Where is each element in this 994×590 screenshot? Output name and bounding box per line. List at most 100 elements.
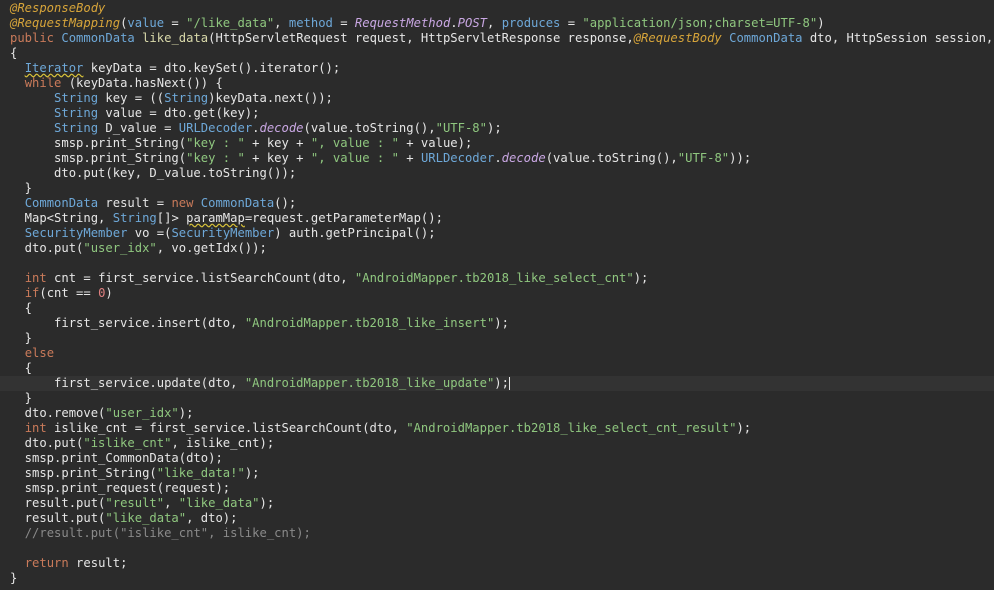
code-line[interactable]: first_service.insert(dto, "AndroidMapper… (0, 316, 994, 331)
code-token: decode (501, 151, 546, 165)
code-line[interactable]: int islike_cnt = first_service.listSearc… (0, 421, 994, 436)
code-token: + value); (398, 136, 473, 150)
code-line[interactable]: smsp.print_String("like_data!"); (0, 466, 994, 481)
code-line[interactable]: return result; (0, 556, 994, 571)
code-line[interactable]: smsp.print_request(request); (0, 481, 994, 496)
code-token: CommonData (24, 196, 99, 210)
code-token: } (10, 181, 33, 195)
code-token: . (252, 121, 260, 135)
code-token: { (10, 301, 33, 315)
code-line[interactable]: while (keyData.hasNext()) { (0, 76, 994, 91)
code-token: result; (68, 556, 128, 570)
code-line[interactable]: if(cnt == 0) (0, 286, 994, 301)
code-token: result.put( (10, 511, 106, 525)
code-token: "key : " (186, 136, 245, 150)
code-token: "UTF-8" (435, 121, 487, 135)
code-token: } (10, 331, 33, 345)
code-token: vo =( (127, 226, 172, 240)
code-token: int (24, 421, 47, 435)
code-line[interactable]: { (0, 301, 994, 316)
code-token: like_data (142, 31, 209, 45)
code-token: smsp.print_CommonData(dto); (10, 451, 223, 465)
code-line[interactable]: } (0, 181, 994, 196)
code-token: key = (( (98, 91, 165, 105)
code-token: . (494, 151, 502, 165)
code-token: int (24, 271, 47, 285)
code-line[interactable]: dto.put(key, D_value.toString()); (0, 166, 994, 181)
code-token: "user_idx" (105, 406, 179, 420)
code-token: SecurityMember (171, 226, 275, 240)
code-token: . (450, 16, 458, 30)
code-line[interactable]: } (0, 571, 994, 586)
code-token: dto.remove( (10, 406, 106, 420)
code-line[interactable]: dto.put("user_idx", vo.getIdx()); (0, 241, 994, 256)
code-line[interactable]: } (0, 331, 994, 346)
code-line[interactable]: String value = dto.get(key); (0, 106, 994, 121)
code-line[interactable]: else (0, 346, 994, 361)
code-line[interactable]: dto.remove("user_idx"); (0, 406, 994, 421)
code-token: String (54, 91, 99, 105)
code-token: { (10, 46, 18, 60)
code-token: , islike_cnt); (171, 436, 275, 450)
code-line[interactable]: smsp.print_String("key : " + key + ", va… (0, 151, 994, 166)
code-line[interactable]: first_service.update(dto, "AndroidMapper… (0, 376, 994, 391)
code-line[interactable]: Map<String, String[]> paramMap=request.g… (0, 211, 994, 226)
code-token: ) (817, 16, 825, 30)
code-token: "key : " (186, 151, 245, 165)
code-token: Map<String, (10, 211, 113, 225)
code-token: result = (98, 196, 172, 210)
code-token: (value.toString(), (545, 151, 678, 165)
code-line[interactable] (0, 256, 994, 271)
code-line[interactable]: int cnt = first_service.listSearchCount(… (0, 271, 994, 286)
code-line[interactable]: } (0, 391, 994, 406)
code-token: } (10, 571, 18, 585)
code-line[interactable]: public CommonData like_data(HttpServletR… (0, 31, 994, 46)
code-token: produces (501, 16, 561, 30)
code-token: String (112, 211, 157, 225)
code-token: "AndroidMapper.tb2018_like_insert" (244, 316, 495, 330)
code-token: = (332, 16, 355, 30)
code-line[interactable] (0, 541, 994, 556)
code-line[interactable]: dto.put("islike_cnt", islike_cnt); (0, 436, 994, 451)
code-line[interactable]: result.put("result", "like_data"); (0, 496, 994, 511)
code-token: islike_cnt = first_service.listSearchCou… (46, 421, 407, 435)
code-token: value (127, 16, 165, 30)
code-token: ); (494, 316, 509, 330)
code-line[interactable]: smsp.print_String("key : " + key + ", va… (0, 136, 994, 151)
code-line[interactable]: String D_value = URLDecoder.decode(value… (0, 121, 994, 136)
code-token: smsp.print_String( (10, 151, 187, 165)
code-line[interactable]: result.put("like_data", dto); (0, 511, 994, 526)
code-token: ", value : " (310, 151, 399, 165)
code-token: ); (736, 421, 752, 435)
code-token: String (54, 106, 99, 120)
code-line[interactable]: Iterator keyData = dto.keySet().iterator… (0, 61, 994, 76)
code-token: "result" (105, 496, 165, 510)
code-token: (cnt == (39, 286, 99, 300)
code-token: "application/json;charset=UTF-8" (582, 16, 818, 30)
code-line[interactable]: //result.put("islike_cnt", islike_cnt); (0, 526, 994, 541)
code-editor[interactable]: @ResponseBody @RequestMapping(value = "/l… (0, 0, 994, 590)
code-line[interactable]: CommonData result = new CommonData(); (0, 196, 994, 211)
code-line[interactable]: { (0, 46, 994, 61)
code-token: value = dto.get(key); (98, 106, 260, 120)
code-token: ) (105, 286, 113, 300)
code-line[interactable]: SecurityMember vo =(SecurityMember) auth… (0, 226, 994, 241)
code-line[interactable]: @RequestMapping(value = "/like_data", me… (0, 16, 994, 31)
code-token: ) auth.getPrincipal(); (274, 226, 436, 240)
code-token: "UTF-8" (677, 151, 730, 165)
code-line[interactable]: smsp.print_CommonData(dto); (0, 451, 994, 466)
code-token: smsp.print_request(request); (10, 481, 231, 495)
code-token: )); (729, 151, 752, 165)
code-line[interactable]: { (0, 361, 994, 376)
code-token: decode (259, 121, 304, 135)
code-token: CommonData (200, 196, 275, 210)
code-line[interactable]: @ResponseBody (0, 1, 994, 16)
code-line[interactable]: String key = ((String)keyData.next()); (0, 91, 994, 106)
